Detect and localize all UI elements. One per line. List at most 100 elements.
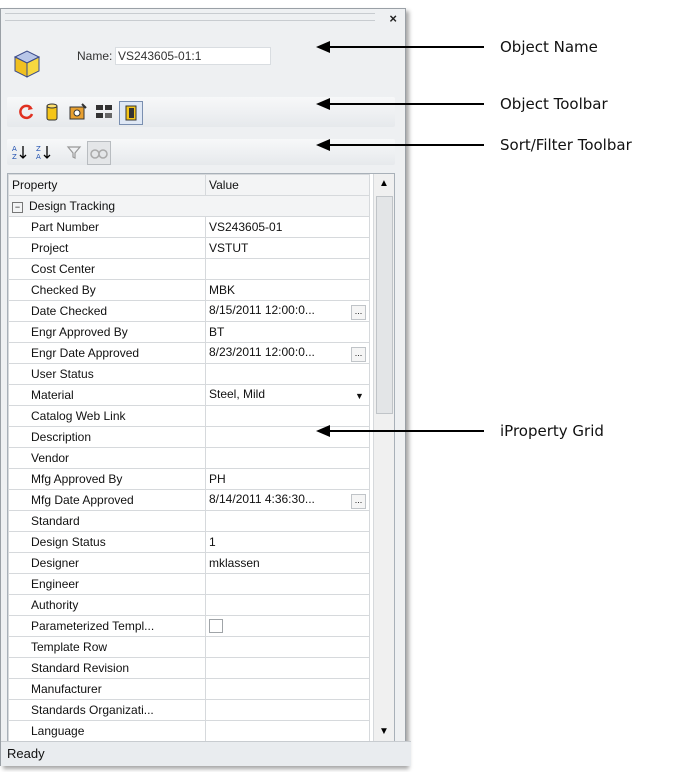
property-row[interactable]: Standard Revision [8,657,370,679]
property-table: Property Value − Design Tracking Part Num… [8,174,370,742]
property-value[interactable]: mklassen [205,552,370,574]
property-name: Description [8,426,206,448]
property-name: Standard Revision [8,657,206,679]
property-row[interactable]: Engr Approved By BT [8,321,370,343]
part-object-icon [13,50,41,78]
object-name-field[interactable]: VS243605-01:1 [115,47,271,65]
svg-text:Z: Z [36,145,41,153]
property-value-text: VS243605-01 [209,220,283,234]
property-value[interactable]: BT [205,321,370,343]
property-value[interactable] [205,720,370,742]
property-name: Designer [8,552,206,574]
property-value[interactable]: MBK [205,279,370,301]
property-value[interactable]: ... 8/23/2011 12:00:0... [205,342,370,364]
property-name: Vendor [8,447,206,469]
name-label: Name: [77,49,113,63]
close-icon[interactable]: × [389,11,397,26]
property-value[interactable] [205,363,370,385]
property-value[interactable] [205,678,370,700]
property-name: Authority [8,594,206,616]
ellipsis-button[interactable]: ... [351,493,366,509]
vertical-scrollbar[interactable]: ▲ ▼ [373,174,394,742]
property-value[interactable] [205,258,370,280]
property-value[interactable] [205,510,370,532]
property-value[interactable]: VSTUT [205,237,370,259]
ellipsis-button[interactable]: ... [351,346,366,362]
collapse-icon[interactable]: − [12,202,23,213]
property-row[interactable]: Material ▼ Steel, Mild [8,384,370,406]
sort-descending-icon[interactable]: ZA [33,141,55,163]
property-row[interactable]: Vendor [8,447,370,469]
property-name: Standards Organizati... [8,699,206,721]
grid-view-icon[interactable] [93,101,115,123]
property-row[interactable]: Engr Date Approved... 8/23/2011 12:00:0..… [8,342,370,364]
property-name: Part Number [8,216,206,238]
property-name: Checked By [8,279,206,301]
checkbox[interactable] [209,619,223,633]
property-row[interactable]: Mfg Date Approved... 8/14/2011 4:36:30... [8,489,370,511]
property-value[interactable]: PH [205,468,370,490]
sort-ascending-icon[interactable]: AZ [9,141,31,163]
property-row[interactable]: Manufacturer [8,678,370,700]
property-row[interactable]: Project VSTUT [8,237,370,259]
property-row[interactable]: Parameterized Templ... [8,615,370,637]
property-value[interactable]: ▼ Steel, Mild [205,384,370,406]
property-value[interactable]: ... 8/15/2011 12:00:0... [205,300,370,322]
ellipsis-button[interactable]: ... [351,304,366,320]
property-column-header[interactable]: Property [8,174,206,196]
property-row[interactable]: Standard [8,510,370,532]
property-value[interactable] [205,594,370,616]
scroll-down-icon[interactable]: ▼ [374,722,394,742]
property-value[interactable] [205,699,370,721]
find-icon[interactable] [87,141,111,165]
callout-object-name: Object Name [500,38,598,56]
property-row[interactable]: Engineer [8,573,370,595]
property-value[interactable] [205,447,370,469]
property-value[interactable] [205,615,370,637]
property-row[interactable]: Language [8,720,370,742]
property-row[interactable]: User Status [8,363,370,385]
property-value[interactable] [205,573,370,595]
property-value-text: MBK [209,283,236,297]
iproperties-panel: × Name: VS243605-01:1 AZ ZA Property Val… [0,8,411,766]
dropdown-arrow-icon[interactable]: ▼ [353,389,366,403]
value-column-header[interactable]: Value [205,174,370,196]
category-row[interactable]: − Design Tracking [8,195,370,217]
property-row[interactable]: Date Checked... 8/15/2011 12:00:0... [8,300,370,322]
property-name: Language [8,720,206,742]
property-value[interactable] [205,657,370,679]
property-value-text: 8/15/2011 12:00:0... [209,302,315,317]
property-value[interactable] [205,636,370,658]
property-value[interactable]: ... 8/14/2011 4:36:30... [205,489,370,511]
property-row[interactable]: Mfg Approved By PH [8,468,370,490]
callout-arrow-sort-filter [316,139,484,151]
property-row[interactable]: Authority [8,594,370,616]
property-row[interactable]: Designer mklassen [8,552,370,574]
property-row[interactable]: Cost Center [8,258,370,280]
property-row[interactable]: Template Row [8,636,370,658]
drag-grip[interactable] [5,13,375,21]
property-row[interactable]: Design Status 1 [8,531,370,553]
property-value[interactable]: 1 [205,531,370,553]
material-icon[interactable] [67,101,89,123]
property-value[interactable]: VS243605-01 [205,216,370,238]
property-row[interactable]: Part Number VS243605-01 [8,216,370,238]
property-name: Engr Approved By [8,321,206,343]
part-icon[interactable] [41,101,63,123]
iproperty-grid[interactable]: Property Value − Design Tracking Part Num… [7,173,395,743]
property-row[interactable]: Standards Organizati... [8,699,370,721]
panel-titlebar[interactable]: × [1,9,405,29]
property-name: Mfg Date Approved [8,489,206,511]
refresh-icon[interactable] [15,101,37,123]
display-mode-icon[interactable] [119,101,143,125]
callout-arrow-object-name [316,41,484,53]
property-value-text: 8/14/2011 4:36:30... [209,491,315,506]
property-row[interactable]: Checked By MBK [8,279,370,301]
filter-icon[interactable] [63,141,85,163]
scroll-up-icon[interactable]: ▲ [374,174,394,194]
property-name: Template Row [8,636,206,658]
property-value-text: PH [209,472,226,486]
callout-iproperty-grid: iProperty Grid [500,422,604,440]
scroll-thumb[interactable] [376,196,393,414]
callout-sort-filter-toolbar: Sort/Filter Toolbar [500,136,632,154]
